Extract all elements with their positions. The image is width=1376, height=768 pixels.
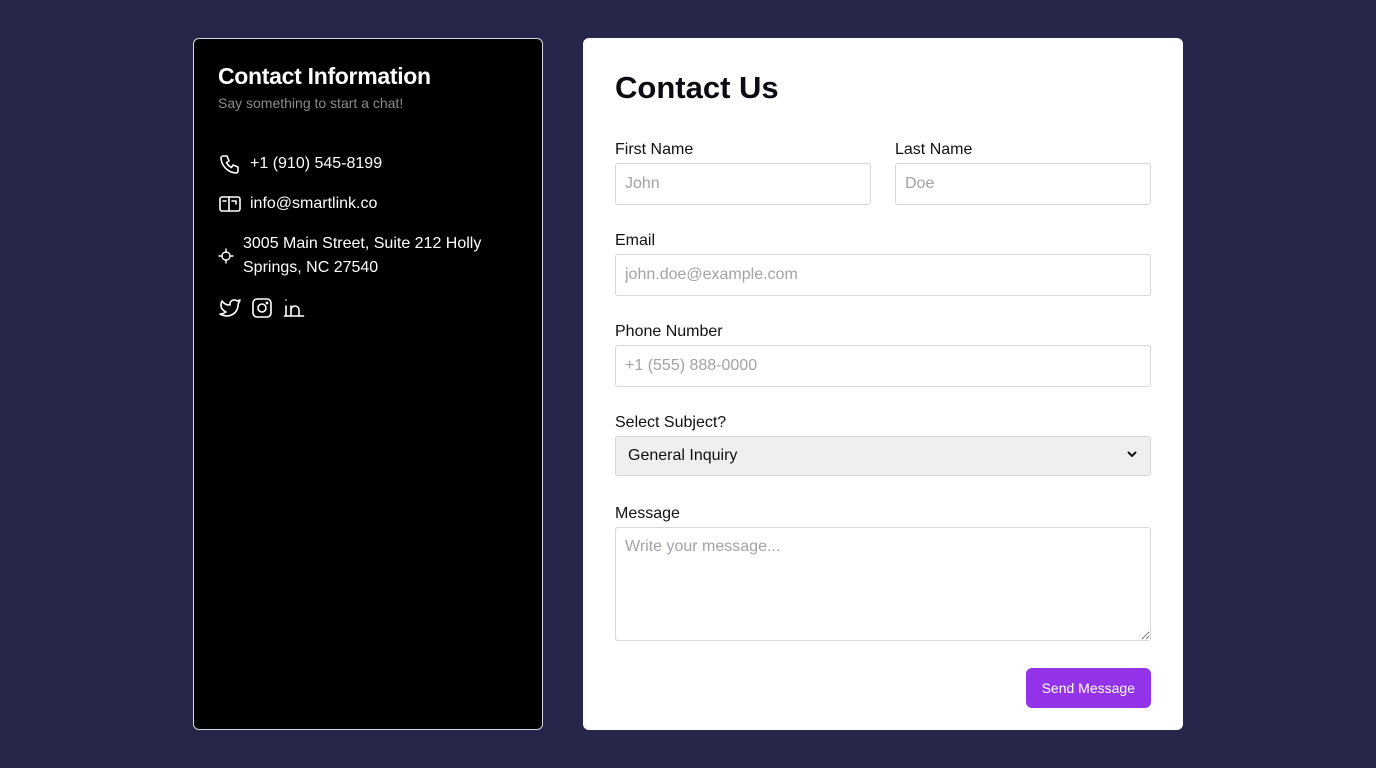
first-name-label: First Name xyxy=(615,141,694,158)
subject-selected-value: General Inquiry xyxy=(628,447,738,464)
phone-text: +1 (910) 545-8199 xyxy=(250,155,383,172)
send-message-button[interactable]: Send Message xyxy=(1025,668,1151,708)
email-field-group: Email xyxy=(615,231,1151,296)
contact-details: +1 (910) 545-8199 info@smartlink.co 3005… xyxy=(218,152,518,320)
message-label: Message xyxy=(615,505,680,522)
message-field-group: Message xyxy=(615,504,1151,646)
last-name-input[interactable] xyxy=(895,163,1151,205)
email-text: info@smartlink.co xyxy=(250,195,378,212)
phone-row[interactable]: +1 (910) 545-8199 xyxy=(218,152,518,176)
email-label: Email xyxy=(615,232,656,249)
address-row: 3005 Main Street, Suite 212 Holly Spring… xyxy=(218,232,518,280)
contact-info-panel: Contact Information Say something to sta… xyxy=(193,38,543,730)
mailbox-icon xyxy=(218,192,242,216)
chevron-down-icon xyxy=(1126,447,1138,465)
phone-number-label: Phone Number xyxy=(615,323,723,340)
location-icon xyxy=(218,248,234,264)
contact-info-subtitle: Say something to start a chat! xyxy=(218,95,404,111)
first-name-field-group: First Name xyxy=(615,140,871,205)
social-links xyxy=(218,296,518,320)
contact-info-title: Contact Information xyxy=(218,63,431,89)
phone-icon xyxy=(218,152,242,176)
contact-form-card: Contact Us First Name Last Name Email Ph… xyxy=(583,38,1183,730)
phone-number-input[interactable] xyxy=(615,345,1151,387)
address-text: 3005 Main Street, Suite 212 Holly Spring… xyxy=(243,235,482,276)
first-name-input[interactable] xyxy=(615,163,871,205)
form-actions: Send Message xyxy=(615,668,1151,708)
last-name-field-group: Last Name xyxy=(895,140,1151,205)
instagram-icon[interactable] xyxy=(250,296,274,320)
subject-select[interactable]: General Inquiry xyxy=(615,436,1151,476)
form-title: Contact Us xyxy=(615,70,779,105)
message-textarea[interactable] xyxy=(615,527,1151,641)
twitter-icon[interactable] xyxy=(218,296,242,320)
email-row[interactable]: info@smartlink.co xyxy=(218,192,518,216)
phone-field-group: Phone Number xyxy=(615,322,1151,387)
linkedin-icon[interactable] xyxy=(282,296,306,320)
subject-field-group: Select Subject? General Inquiry xyxy=(615,413,1151,476)
email-input[interactable] xyxy=(615,254,1151,296)
name-row: First Name Last Name xyxy=(615,140,1151,205)
subject-label: Select Subject? xyxy=(615,414,727,431)
last-name-label: Last Name xyxy=(895,141,973,158)
